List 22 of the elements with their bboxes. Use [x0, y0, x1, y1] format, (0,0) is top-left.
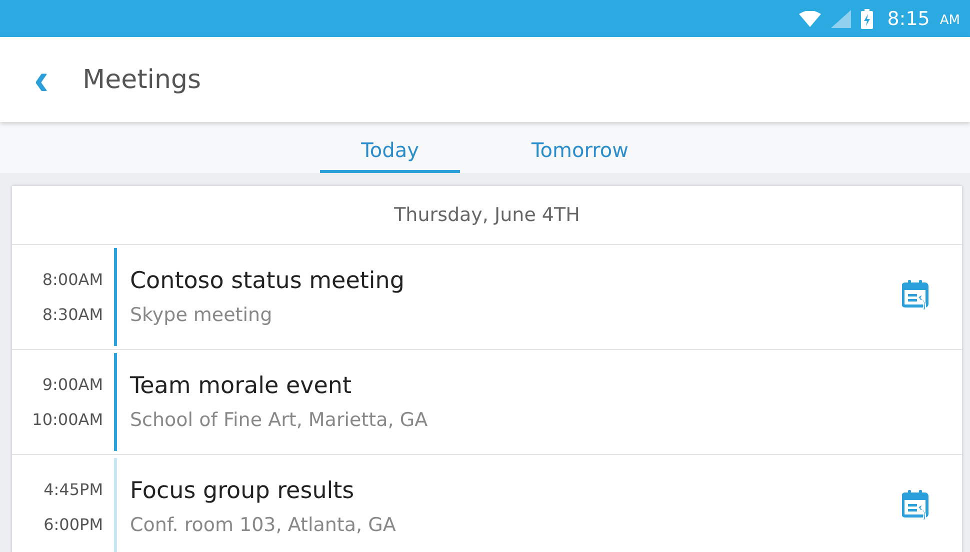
clock-ampm: AM — [940, 13, 960, 28]
start-time: 9:00AM — [42, 375, 103, 394]
end-time: 8:30AM — [42, 305, 103, 324]
meeting-row[interactable]: 4:45PM 6:00PM Focus group results Conf. room 103, Atlanta, GA — [12, 455, 962, 552]
start-time: 8:00AM — [42, 270, 103, 289]
meeting-location: School of Fine Art, Marietta, GA — [130, 409, 428, 431]
meeting-title: Focus group results — [130, 478, 356, 504]
meeting-row[interactable]: 9:00AM 10:00AM Team morale event School of Fine Art, Marietta, GA — [12, 350, 962, 455]
signal-icon — [831, 10, 852, 28]
meeting-location: Skype meeting — [130, 304, 274, 326]
start-time: 4:45PM — [44, 480, 103, 499]
clock-time: 8:15 — [887, 8, 930, 30]
meeting-title: Contoso status meeting — [130, 268, 404, 294]
meeting-title: Team morale event — [130, 373, 352, 399]
date-heading: Thursday, June 4TH — [12, 186, 962, 245]
meeting-location: Conf. room 103, Atlanta, GA — [130, 514, 396, 536]
page-title: Meetings — [82, 64, 202, 94]
wifi-icon — [799, 10, 822, 26]
end-time: 6:00PM — [44, 515, 103, 534]
battery-icon — [861, 8, 874, 28]
end-time: 10:00AM — [32, 410, 103, 429]
meeting-row[interactable]: 8:00AM 8:30AM Contoso status meeting Skype meeting — [12, 245, 962, 350]
